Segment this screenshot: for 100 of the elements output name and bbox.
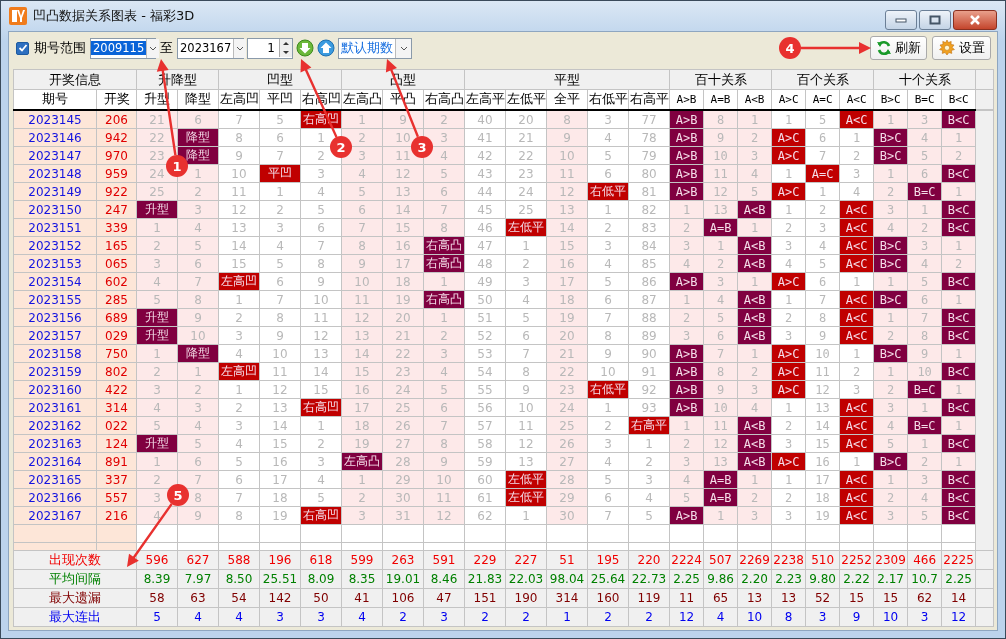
table-cell: 1: [771, 290, 806, 309]
table-cell: 54: [464, 362, 506, 381]
table-cell: 86: [628, 272, 670, 291]
table-cell: 22: [505, 146, 547, 165]
table-cell: 2: [771, 218, 806, 237]
table-cell: 77: [628, 110, 670, 129]
table-cell: 1: [771, 398, 806, 417]
table-cell: 59: [464, 452, 506, 471]
table-cell: 2: [218, 398, 260, 417]
arrow-up-button[interactable]: [317, 39, 335, 57]
table-cell: 8: [805, 308, 840, 327]
table-cell: 14: [300, 362, 342, 381]
table-cell: 91: [628, 362, 670, 381]
table-cell: 1: [839, 452, 874, 471]
arrow-down-button[interactable]: [296, 39, 314, 57]
table-cell: 84: [628, 236, 670, 255]
close-button[interactable]: [953, 10, 997, 30]
table-cell: 1: [839, 128, 874, 147]
table-cell: 3: [587, 236, 629, 255]
table-cell: 45: [464, 200, 506, 219]
table-cell: 4: [839, 182, 874, 201]
table-cell: 1: [839, 344, 874, 363]
table-cell: 5: [505, 308, 547, 327]
table-cell: 7: [805, 146, 840, 165]
table-cell: 3: [587, 434, 629, 453]
table-cell: 49: [464, 272, 506, 291]
table-cell: 8: [300, 254, 342, 273]
group-header: 平型: [464, 69, 670, 90]
refresh-button[interactable]: 刷新: [870, 36, 927, 60]
callout-arrow: [127, 503, 173, 567]
table-cell: 52: [464, 326, 506, 345]
table-cell: 2: [839, 362, 874, 381]
minimize-button[interactable]: [885, 10, 917, 30]
table-cell: 4: [505, 290, 547, 309]
table-cell: 13: [259, 398, 301, 417]
table-cell: 6: [300, 218, 342, 237]
table-cell: 5: [628, 506, 670, 525]
table-cell: 43: [464, 164, 506, 183]
table-cell: 3: [300, 164, 342, 183]
minimize-icon: [895, 17, 907, 23]
table-cell: 10: [259, 344, 301, 363]
table-cell: 6: [805, 272, 840, 291]
table-cell: 25: [505, 200, 547, 219]
table-cell: 21: [505, 128, 547, 147]
table-cell: 1: [839, 272, 874, 291]
refresh-icon: [876, 40, 892, 56]
table-cell: 3: [505, 272, 547, 291]
table-cell: 60: [464, 470, 506, 489]
table-cell: 6: [805, 128, 840, 147]
table-cell: 9: [587, 344, 629, 363]
maximize-button[interactable]: [919, 10, 951, 30]
table-cell: 51: [464, 308, 506, 327]
table-cell: 8: [218, 128, 260, 147]
table-cell: 88: [628, 308, 670, 327]
table-cell: 14: [259, 416, 301, 435]
table-cell: 2: [587, 218, 629, 237]
table-cell: 1: [505, 236, 547, 255]
table-cell: 2: [628, 452, 670, 471]
preset-combo[interactable]: 默认期数: [338, 37, 412, 59]
table-cell: 6: [505, 326, 547, 345]
step-spinner[interactable]: 1: [247, 37, 293, 59]
table-cell: 5: [805, 254, 840, 273]
table-cell: 11: [805, 362, 840, 381]
group-header: 百个关系: [771, 69, 874, 90]
table-cell: 1: [218, 380, 260, 399]
table-cell: 5: [587, 146, 629, 165]
table-cell: 15: [259, 434, 301, 453]
column-header[interactable]: 期号: [13, 89, 97, 110]
table-cell: 4: [218, 434, 260, 453]
arrow-up-icon: [317, 39, 335, 57]
table-cell: 7: [218, 110, 260, 129]
table-cell: 15: [300, 380, 342, 399]
table-cell: 78: [628, 128, 670, 147]
range-label: 期号范围: [34, 39, 86, 57]
table-cell: 10: [805, 344, 840, 363]
table-cell: 6: [587, 488, 629, 507]
table-cell: 1: [771, 200, 806, 219]
table-cell: 48: [464, 254, 506, 273]
table-cell: 11: [218, 182, 260, 201]
table-cell: 1: [771, 110, 806, 129]
table-cell: 13: [300, 344, 342, 363]
table-cell: 57: [464, 416, 506, 435]
callout-arrow: [801, 42, 871, 54]
checkbox[interactable]: [16, 41, 29, 55]
period-end-combo[interactable]: 2023167: [177, 37, 244, 59]
table-cell: 3: [587, 110, 629, 129]
table-cell: 61: [464, 488, 506, 507]
settings-button[interactable]: 设置: [932, 36, 991, 60]
table-cell: 5: [805, 110, 840, 129]
table-cell: 1: [300, 416, 342, 435]
table-cell: 85: [628, 254, 670, 273]
table-cell: 47: [464, 236, 506, 255]
table-cell: 19: [805, 506, 840, 525]
table-cell: 89: [628, 326, 670, 345]
table-cell: 3: [771, 326, 806, 345]
table-cell: 2: [839, 146, 874, 165]
table-cell: 56: [464, 398, 506, 417]
period-start-combo[interactable]: 2009115: [90, 37, 156, 59]
table-cell: 18: [259, 488, 301, 507]
table-cell: 55: [464, 380, 506, 399]
